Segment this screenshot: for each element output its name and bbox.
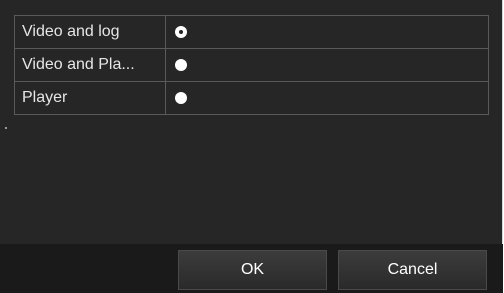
option-label: Video and log (14, 15, 166, 49)
option-row-player[interactable]: Player (14, 81, 489, 115)
ok-button[interactable]: OK (178, 250, 327, 290)
option-row-video-and-log[interactable]: Video and log (14, 15, 489, 49)
option-label: Video and Pla... (14, 48, 166, 82)
radio-button-selected[interactable] (175, 25, 187, 38)
dialog-footer: OK Cancel (0, 244, 503, 293)
radio-button[interactable] (175, 91, 187, 104)
option-row-video-and-player[interactable]: Video and Pla... (14, 48, 489, 82)
radio-button[interactable] (175, 58, 187, 71)
cancel-button[interactable]: Cancel (338, 250, 487, 290)
export-options-dialog: Video and log Video and Pla... Player OK… (0, 0, 503, 293)
options-table: Video and log Video and Pla... Player (14, 15, 489, 115)
edge-marker (5, 127, 7, 129)
option-label: Player (14, 81, 166, 115)
